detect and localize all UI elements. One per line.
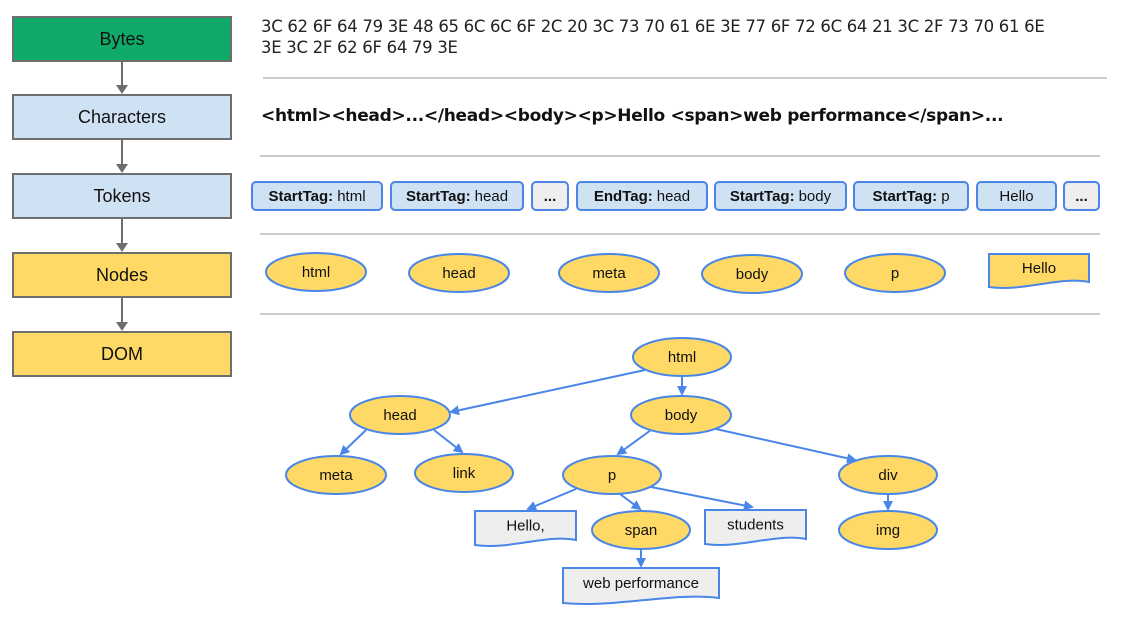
nodes-row-head: head bbox=[408, 253, 510, 293]
dom-node-head: head bbox=[349, 395, 451, 435]
nodes-row-p: p bbox=[844, 253, 946, 293]
node-label: head bbox=[383, 407, 416, 424]
edge-arrow-head-meta bbox=[339, 429, 367, 456]
dom-node-html: html bbox=[632, 337, 732, 377]
edge-arrow-body-p bbox=[616, 429, 652, 456]
dom-node-body: body bbox=[630, 395, 732, 435]
node-label: div bbox=[878, 467, 898, 484]
node-label: meta bbox=[592, 265, 626, 282]
node-label: students bbox=[727, 516, 784, 533]
edge-arrow-html-head bbox=[449, 369, 646, 416]
nodes-row-body: body bbox=[701, 254, 803, 294]
node-label: head bbox=[442, 265, 475, 282]
node-label: Hello, bbox=[506, 517, 544, 534]
node-label: link bbox=[453, 465, 476, 482]
dom-node-hello: Hello, bbox=[474, 510, 577, 547]
dom-node-students: students bbox=[704, 509, 807, 546]
node-label: span bbox=[625, 522, 658, 539]
node-label: p bbox=[891, 265, 899, 282]
edge-arrow-p-span bbox=[619, 493, 642, 511]
edge-arrow-p-hello bbox=[526, 488, 577, 511]
node-label: Hello bbox=[1022, 260, 1056, 277]
dom-node-p: p bbox=[562, 455, 662, 495]
dom-node-img: img bbox=[838, 510, 938, 550]
edge-arrow-body-div bbox=[715, 428, 857, 464]
node-label: img bbox=[876, 522, 900, 539]
node-label: p bbox=[608, 467, 616, 484]
dom-node-span: span bbox=[591, 510, 691, 550]
dom-diagram: html head meta body p Hello html head body meta li… bbox=[265, 252, 1090, 605]
dom-node-div: div bbox=[838, 455, 938, 495]
node-label: body bbox=[736, 266, 769, 283]
node-label: body bbox=[665, 407, 698, 424]
dom-node-webperf: web performance bbox=[562, 567, 720, 605]
edge-arrow-head-link bbox=[433, 429, 464, 454]
node-label: html bbox=[668, 349, 696, 366]
node-label: meta bbox=[319, 467, 353, 484]
edge-arrow-p-students bbox=[650, 486, 754, 511]
nodes-row-hello: Hello bbox=[988, 253, 1090, 289]
nodes-row-meta: meta bbox=[558, 253, 660, 293]
dom-node-link: link bbox=[414, 453, 514, 493]
nodes-row-html: html bbox=[265, 252, 367, 292]
node-label: web performance bbox=[582, 575, 699, 592]
node-label: html bbox=[302, 264, 330, 281]
dom-node-meta: meta bbox=[285, 455, 387, 495]
